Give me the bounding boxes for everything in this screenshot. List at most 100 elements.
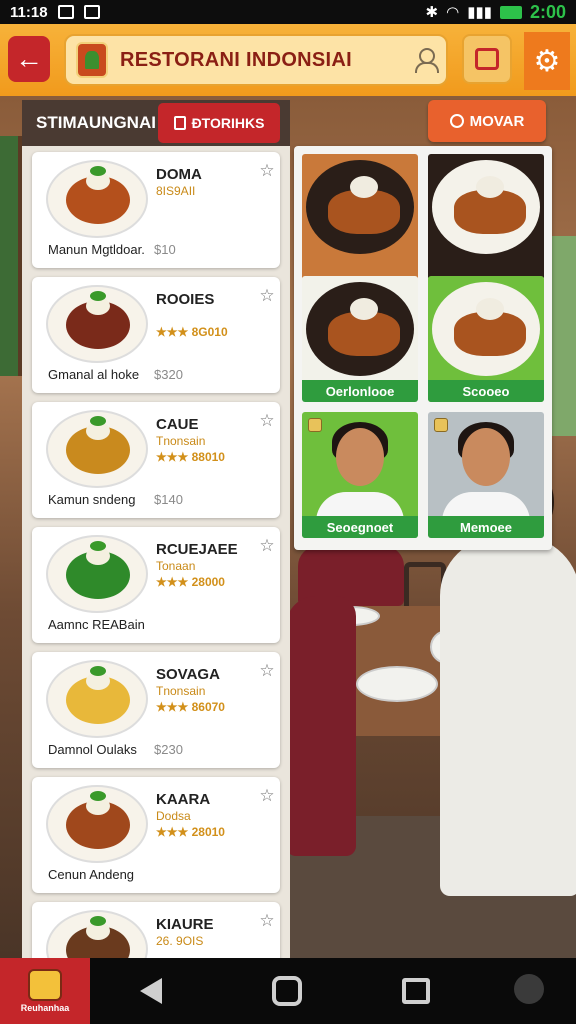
favorite-icon[interactable]: ☆ [258,662,276,680]
dish-image [46,160,148,238]
tile-label: Memoee [428,516,544,538]
menu-item-price: $140 [154,492,183,507]
tab-stories-label: ĐTORIHKS [191,115,265,131]
globe-icon [449,114,464,128]
menu-list: DOMA 8IS9AII Manun Mgtldoar. $10 ☆ ROOIES ★★★ … [22,152,290,958]
menu-item-description: Manun Mgtldoar. [48,242,145,257]
menu-item-card[interactable]: CAUE Tnonsain ★★★ 88010 Kamun sndeng $140 ☆ [32,402,280,518]
staff-tile[interactable]: Seoegnoet [302,412,418,538]
menu-item-name: SOVAGA [156,666,220,683]
menu-item-card[interactable]: KAARA Dodsa ★★★ 28010 Cenun Andeng ☆ [32,777,280,893]
app-title: RESTORANI INDONSIAI [120,48,353,71]
nav-recent-apps-icon[interactable] [402,978,430,1004]
title-bar[interactable]: RESTORANI INDONSIAI [64,34,448,86]
app-logo-button[interactable]: Reuhanhaa [0,958,90,1024]
menu-item-subtitle: Tnonsain [156,684,206,698]
notification-icon [57,5,74,19]
menu-item-name: ROOIES [156,291,215,308]
window-plants [0,136,22,376]
menu-item-name: KIAURE [156,916,214,933]
dish-image [46,410,148,488]
menu-item-rating: ★★★ 88010 [156,450,225,464]
gallery-panel: Oerlonlooe Scooeo Seoegnoet Memoee [294,146,552,550]
favorite-icon[interactable]: ☆ [258,162,276,180]
favorite-icon[interactable]: ☆ [258,787,276,805]
menu-item-card[interactable]: KIAURE 26. 9OIS ☆ [32,902,280,958]
move-button-label: MOVAR [469,112,525,130]
arrow-left-icon: ← [15,43,43,74]
dish-image [46,785,148,863]
dish-image [46,660,148,738]
chat-icon [475,48,499,70]
dish-tile[interactable]: Oerlonlooe [302,276,418,402]
dish-tile[interactable]: Scooeo [428,276,544,402]
tab-stories[interactable]: ĐTORIHKS [158,103,280,143]
menu-item-description: Aamnc REABain [48,617,145,632]
tile-label: Oerlonlooe [302,380,418,402]
app-header: ← RESTORANI INDONSIAI ⚙ [0,24,576,96]
tab-menu[interactable]: STIMAUNGNAI [22,100,156,146]
dish-photo [432,282,540,376]
favorite-icon[interactable]: ☆ [258,287,276,305]
dish-image [46,910,148,958]
menu-item-name: DOMA [156,166,202,183]
menu-item-card[interactable]: SOVAGA Tnonsain ★★★ 86070 Damnol Oulaks $230… [32,652,280,768]
menu-item-description: Cenun Andeng [48,867,135,882]
app-logo-text: Reuhanhaa [20,1003,70,1013]
menu-item-name: CAUE [156,416,199,433]
menu-item-subtitle: 26. 9OIS [156,934,204,948]
badge-icon [308,418,322,432]
menu-item-rating: ★★★ 86070 [156,700,225,714]
tile-label: Seoegnoet [302,516,418,538]
move-button[interactable]: MOVAR [428,100,546,142]
menu-item-rating: ★★★ 28010 [156,825,225,839]
nav-home-icon[interactable] [272,976,302,1006]
user-icon[interactable] [414,48,439,73]
favorite-icon[interactable]: ☆ [258,912,276,930]
favorite-icon[interactable]: ☆ [258,537,276,555]
tab-bar: STIMAUNGNAI ĐTORIHKS [22,100,290,146]
signal-icon: ▮▮▮ [467,4,492,21]
menu-item-card[interactable]: DOMA 8IS9AII Manun Mgtldoar. $10 ☆ [32,152,280,268]
window-plants-right [552,236,576,436]
battery-icon [499,5,522,19]
dish-tile[interactable] [428,154,544,280]
menu-item-subtitle: 8IS9AII [156,184,196,198]
menu-item-price: $320 [154,367,183,382]
dish-tile[interactable] [302,154,418,280]
plate [356,666,438,702]
menu-item-subtitle: Tnonsain [156,434,206,448]
badge-icon [434,418,448,432]
menu-item-subtitle: Dodsa [156,809,191,823]
status-bar: 11:18 ✱ ◠ ▮▮▮ 2:00 [0,0,576,24]
assistant-icon[interactable] [514,974,544,1004]
diner-right [440,462,576,896]
bluetooth-icon: ✱ [425,4,439,21]
staff-tile[interactable]: Memoee [428,412,544,538]
menu-item-rating: ★★★ 8G010 [156,325,228,339]
menu-item-name: KAARA [156,791,211,808]
menu-item-name: RCUEJAEE [156,541,238,558]
chat-button[interactable] [462,34,512,84]
dish-photo [306,160,414,254]
menu-item-card[interactable]: ROOIES ★★★ 8G010 Gmanal al hoke $320 ☆ [32,277,280,393]
navigation-bar: Reuhanhaa [0,958,576,1024]
favorite-icon[interactable]: ☆ [258,412,276,430]
tile-label: Scooeo [428,380,544,402]
menu-item-card[interactable]: RCUEJAEE Tonaan ★★★ 28000 Aamnc REABain ☆ [32,527,280,643]
restaurant-logo-icon [76,42,108,78]
back-button[interactable]: ← [8,36,50,82]
dish-photo [306,282,414,376]
menu-item-price: $10 [154,242,176,257]
app-notification-icon [83,5,100,19]
nav-back-icon[interactable] [140,978,162,1004]
settings-button[interactable]: ⚙ [524,32,570,90]
dish-image [46,535,148,613]
menu-item-subtitle: Tonaan [156,559,196,573]
dish-image [46,285,148,363]
document-icon [173,116,186,130]
logo-emblem-icon [28,969,62,1001]
status-time: 11:18 [10,3,48,21]
menu-item-description: Gmanal al hoke [48,367,140,382]
menu-item-description: Kamun sndeng [48,492,136,507]
